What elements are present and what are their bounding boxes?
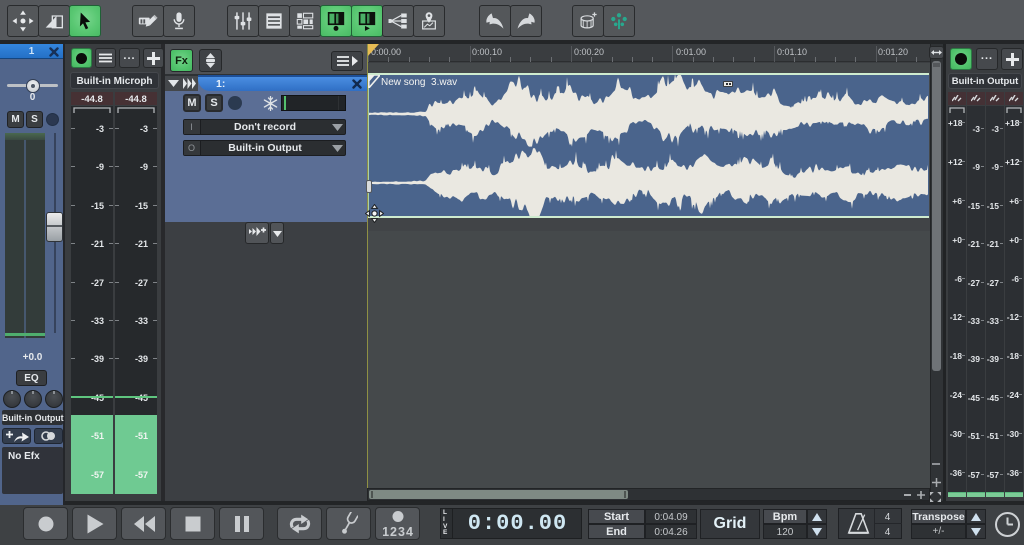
svg-text:1234: 1234	[383, 525, 413, 537]
